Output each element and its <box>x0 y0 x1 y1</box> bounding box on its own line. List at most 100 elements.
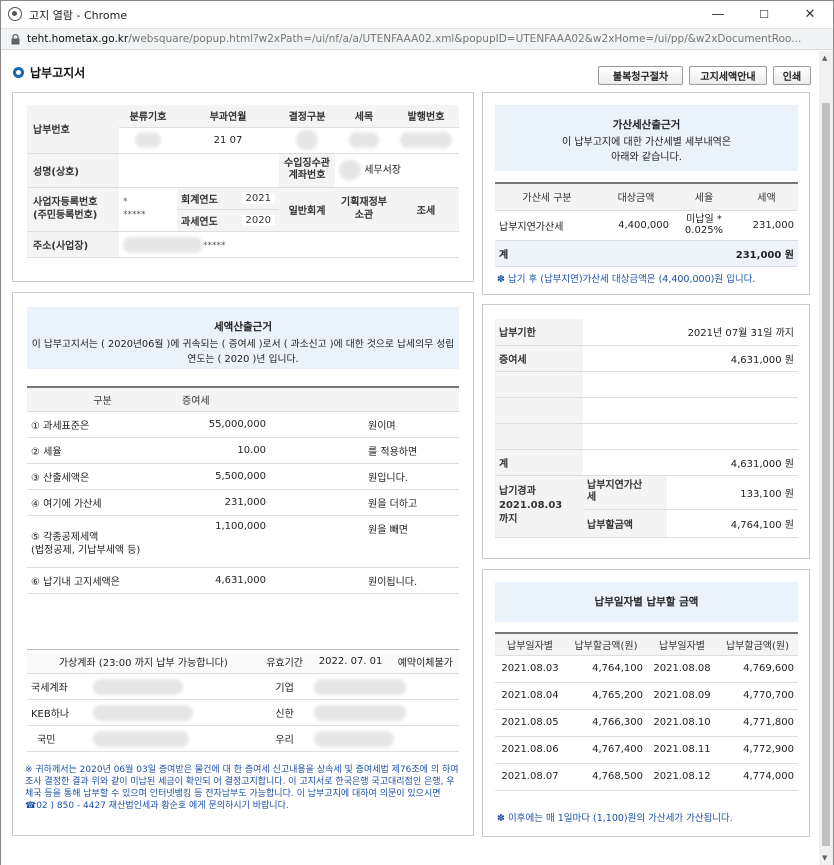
penalty-amount-value: 231,000 <box>735 210 798 241</box>
gift-tax-value: 4,631,000 원 <box>583 345 798 372</box>
daily-date: 2021.08.04 <box>495 682 565 710</box>
daily-date: 2021.08.12 <box>647 763 717 791</box>
daily-amount-table: 납부일자별 납부할금액(원) 납부일자별 납부할금액(원) 2021.08.03… <box>495 632 798 791</box>
penalty-type-value: 납부지연가산세 <box>495 210 599 241</box>
penalty-table: 가산세 구분 대상금액 세율 세액 납부지연가산세 4,400,000 미납일 … <box>495 182 798 267</box>
payment-due-table: 납부기한 2021년 07월 31일 까지 증여세 4,631,000 원 계 … <box>495 319 798 538</box>
daily-col-date: 납부일자별 <box>647 633 717 656</box>
title-bar: 고지 열람 - Chrome — ☐ ✕ <box>1 1 833 28</box>
calc-basis-header: 세액산출근거 <box>214 321 272 333</box>
penalty-col-base: 대상금액 <box>599 183 673 211</box>
late-penalty-label: 납부지연가산 세 <box>583 475 667 510</box>
bank-account <box>89 699 260 726</box>
daily-col-amount: 납부할금액(원) <box>717 633 798 656</box>
address-label: 주소(사업장) <box>27 231 119 258</box>
page-title: 납부고지서 <box>13 64 85 81</box>
address-bar[interactable]: teht.hometax.go.kr/websquare/popup.html?… <box>1 28 833 50</box>
scroll-up-icon[interactable]: ▲ <box>822 54 827 62</box>
tax-year-label: 과세연도 <box>181 216 218 228</box>
daily-amount-header: 납부일자별 납부할 금액 <box>495 582 798 622</box>
daily-date: 2021.08.10 <box>647 709 717 737</box>
business-no-label: 사업자등록번호 (주민등록번호) <box>27 187 119 232</box>
issue-no-value <box>393 127 459 154</box>
category-label: 분류기호 <box>119 105 177 128</box>
penalty-col-rate: 세율 <box>673 183 735 211</box>
name-value <box>119 153 279 188</box>
virtual-account-header: 가상계좌 (23:00 까지 납부 가능합니다) <box>27 649 260 674</box>
address-mask: ***** <box>203 240 226 251</box>
penalty-basis-panel: 가산세산출근거 이 납부고지에 대한 가산세별 세부내역은 아래와 같습니다. … <box>482 92 810 295</box>
account-year-cell: 회계연도 2021 <box>177 187 279 210</box>
browser-window: 고지 열람 - Chrome — ☐ ✕ teht.hometax.go.kr/… <box>0 0 834 865</box>
daily-date: 2021.08.03 <box>495 655 565 683</box>
calc-row-value: 10.00 <box>178 437 270 464</box>
page-title-text: 납부고지서 <box>30 66 86 80</box>
tax-year-value: 2020 <box>241 214 275 226</box>
penalty-col-amount: 세액 <box>735 183 798 211</box>
calc-col-blank <box>270 387 364 412</box>
daily-amount: 4,764,100 <box>565 655 647 683</box>
penalty-basis-header: 가산세산출근거 <box>612 119 681 131</box>
bank-account <box>89 725 260 752</box>
print-button[interactable]: 인쇄 <box>773 66 811 85</box>
vertical-scrollbar[interactable]: ▲ ▼ <box>819 51 833 865</box>
close-button[interactable]: ✕ <box>787 1 833 28</box>
calc-row-value: 1,100,000 <box>178 515 270 568</box>
chrome-app-icon <box>8 7 22 21</box>
calc-row-value: 4,631,000 <box>178 567 270 594</box>
daily-amount: 4,770,700 <box>717 682 798 710</box>
taxpayer-info-panel: 납부번호 분류기호 부과연월 결정구분 세목 발행번호 21 07 성명(상호) <box>12 92 474 282</box>
daily-date: 2021.08.06 <box>495 736 565 764</box>
pay-amount-value: 4,764,100 원 <box>667 509 798 538</box>
bank-account <box>309 699 459 726</box>
calc-row-value: 5,500,000 <box>178 463 270 490</box>
daily-amount: 4,771,800 <box>717 709 798 737</box>
account-year-label: 회계연도 <box>181 194 218 206</box>
calc-basis-box: 세액산출근거 이 납부고지서는 ( 2020년06월 )에 귀속되는 ( 증여세… <box>27 307 459 369</box>
maximize-button[interactable]: ☐ <box>741 1 787 28</box>
daily-date: 2021.08.07 <box>495 763 565 791</box>
address-value: ***** <box>119 231 459 258</box>
minimize-button[interactable]: — <box>695 1 741 28</box>
bank-label: KEB하나 <box>27 699 89 726</box>
account-year-value: 2021 <box>241 192 275 204</box>
gift-tax-label: 증여세 <box>495 345 583 372</box>
transfer-note: 예약이체불가 <box>391 649 459 674</box>
appeal-procedure-button[interactable]: 불복청구절차 <box>598 66 683 85</box>
bank-account <box>309 673 459 700</box>
url-host: teht.hometax.go.kr <box>27 33 129 45</box>
deadline-label: 납부기한 <box>495 319 583 346</box>
calc-basis-description: 이 납부고지서는 ( 2020년06월 )에 귀속되는 ( 증여세 )로서 ( … <box>31 339 455 365</box>
payment-due-panel: 납부기한 2021년 07월 31일 까지 증여세 4,631,000 원 계 … <box>482 304 810 559</box>
ministry-label: 기획재정부 소관 <box>335 187 393 232</box>
daily-amount: 4,766,300 <box>565 709 647 737</box>
daily-amount: 4,767,400 <box>565 736 647 764</box>
scrollbar-thumb[interactable] <box>822 103 830 846</box>
decision-value <box>279 127 335 154</box>
url-text: teht.hometax.go.kr/websquare/popup.html?… <box>27 33 827 45</box>
penalty-note: ✽ 납기 후 (납부지연)가산세 대상금액은 (4,400,000)원 입니다. <box>497 274 756 285</box>
tax-item-label: 세목 <box>335 105 393 128</box>
collector-account-value: 세무서장 <box>335 153 459 188</box>
tax-no-label: 납부번호 <box>27 105 119 154</box>
title-bullet-icon <box>13 67 24 78</box>
tax-type-label: 조세 <box>393 187 459 232</box>
page-content: 납부고지서 불복청구절차 고지세액안내 인쇄 납부번호 분류기호 부과연월 결정… <box>1 51 819 865</box>
penalty-col-type: 가산세 구분 <box>495 183 599 211</box>
tax-notice-guide-button[interactable]: 고지세액안내 <box>689 66 767 85</box>
due-total-label: 계 <box>495 449 583 476</box>
daily-amount: 4,772,900 <box>717 736 798 764</box>
daily-amount: 4,768,500 <box>565 763 647 791</box>
virtual-account-table: 가상계좌 (23:00 까지 납부 가능합니다) 유효기간 2022. 07. … <box>27 649 459 752</box>
scroll-down-icon[interactable]: ▼ <box>822 854 827 862</box>
daily-note: ✽ 이후에는 매 1일마다 (1,100)원의 가산세가 가산됩니다. <box>497 813 733 824</box>
bank-label: 국세계좌 <box>27 673 89 700</box>
collector-account-label: 수입징수관 계좌번호 <box>279 153 335 188</box>
calc-row-value: 231,000 <box>178 489 270 516</box>
bank-label: 기업 <box>259 673 310 700</box>
daily-date: 2021.08.11 <box>647 736 717 764</box>
category-value <box>119 127 177 154</box>
calc-row-label: ③ 산출세액은 <box>27 463 178 490</box>
expiry-value: 2022. 07. 01 <box>309 649 392 674</box>
bank-account <box>89 673 260 700</box>
